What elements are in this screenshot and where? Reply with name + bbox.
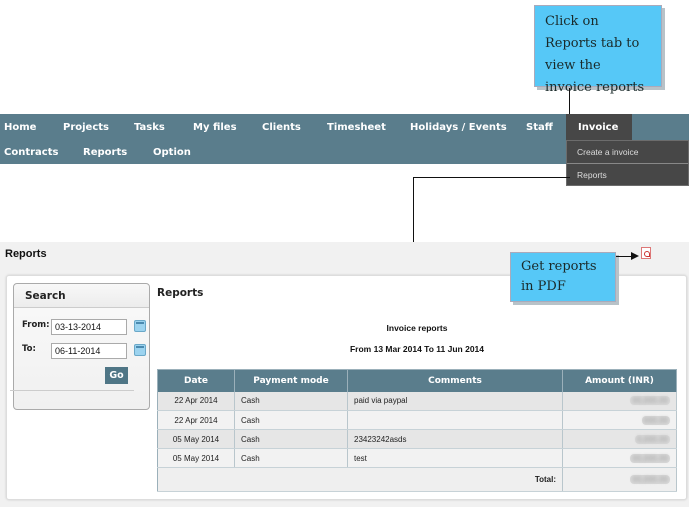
cell-comment <box>347 410 563 430</box>
to-label: To: <box>22 344 36 354</box>
report-title: Reports <box>157 287 204 299</box>
callout-reports-tab: Click on Reports tab to view the invoice… <box>534 5 662 95</box>
cell-payment-mode: Cash <box>234 448 348 468</box>
pdf-icon[interactable] <box>641 247 651 259</box>
cell-amount: 00,000.00 <box>562 448 677 468</box>
nav-invoice[interactable]: Invoice <box>566 114 632 140</box>
redacted-amount: 00,000.00 <box>630 453 670 463</box>
connector-line <box>413 177 570 178</box>
report-heading: Invoice reports <box>386 323 448 333</box>
nav-clients[interactable]: Clients <box>262 122 301 133</box>
total-label: Total: <box>157 467 563 492</box>
table-row: 22 Apr 2014 Cash 000.00 <box>157 410 677 430</box>
nav-home[interactable]: Home <box>4 122 36 133</box>
redacted-amount: 00,000.00 <box>630 475 670 484</box>
invoice-report-table: Date Payment mode Comments Amount (INR) … <box>157 369 677 492</box>
redacted-amount: 0,000.00 <box>634 434 670 444</box>
nav-reports[interactable]: Reports <box>83 147 127 158</box>
calendar-icon[interactable] <box>134 320 146 332</box>
cell-date: 22 Apr 2014 <box>157 391 235 411</box>
cell-comment: paid via paypal <box>347 391 563 411</box>
cell-comment: test <box>347 448 563 468</box>
nav-staff[interactable]: Staff <box>526 122 553 133</box>
cell-date: 05 May 2014 <box>157 429 235 449</box>
table-total-row: Total: 00,000.00 <box>157 467 677 492</box>
table-header-row: Date Payment mode Comments Amount (INR) <box>157 369 677 392</box>
table-row: 22 Apr 2014 Cash paid via paypal 00,000.… <box>157 391 677 411</box>
table-row: 05 May 2014 Cash test 00,000.00 <box>157 448 677 468</box>
cell-amount: 000.00 <box>562 410 677 430</box>
nav-my-files[interactable]: My files <box>193 122 237 133</box>
nav-contracts[interactable]: Contracts <box>4 147 58 158</box>
total-amount: 00,000.00 <box>562 467 677 492</box>
column-header-payment-mode: Payment mode <box>234 369 348 392</box>
cell-payment-mode: Cash <box>234 391 348 411</box>
search-title: Search <box>25 290 66 302</box>
menu-item-create-invoice[interactable]: Create a invoice <box>577 147 638 157</box>
menu-item-reports[interactable]: Reports <box>577 170 607 180</box>
menu-divider <box>567 163 688 164</box>
from-label: From: <box>22 320 50 330</box>
search-header: Search <box>14 284 149 308</box>
connector-line <box>616 256 632 257</box>
redacted-amount: 00,000.00 <box>630 396 670 406</box>
from-date-input[interactable] <box>51 319 127 335</box>
column-header-comments: Comments <box>347 369 563 392</box>
nav-tasks[interactable]: Tasks <box>134 122 165 133</box>
invoice-dropdown-menu: Create a invoice Reports <box>566 140 689 186</box>
cell-comment: 23423242asds <box>347 429 563 449</box>
cell-payment-mode: Cash <box>234 429 348 449</box>
cell-date: 22 Apr 2014 <box>157 410 235 430</box>
callout-pdf: Get reports in PDF <box>510 252 616 302</box>
calendar-icon[interactable] <box>134 344 146 356</box>
nav-holidays-events[interactable]: Holidays / Events <box>410 122 507 133</box>
nav-invoice-label: Invoice <box>578 122 619 133</box>
go-button[interactable]: Go <box>105 367 128 384</box>
column-header-amount: Amount (INR) <box>562 369 677 392</box>
redacted-amount: 000.00 <box>641 415 670 425</box>
table-row: 05 May 2014 Cash 23423242asds 0,000.00 <box>157 429 677 449</box>
cell-amount: 00,000.00 <box>562 391 677 411</box>
page-title: Reports <box>5 248 47 260</box>
nav-option[interactable]: Option <box>153 147 191 158</box>
cell-payment-mode: Cash <box>234 410 348 430</box>
nav-projects[interactable]: Projects <box>63 122 109 133</box>
report-date-range: From 13 Mar 2014 To 11 Jun 2014 <box>349 344 485 354</box>
to-date-input[interactable] <box>51 343 127 359</box>
search-divider <box>10 390 134 391</box>
nav-timesheet[interactable]: Timesheet <box>327 122 386 133</box>
arrow-right-icon <box>631 252 639 260</box>
cell-date: 05 May 2014 <box>157 448 235 468</box>
column-header-date: Date <box>157 369 235 392</box>
cell-amount: 0,000.00 <box>562 429 677 449</box>
